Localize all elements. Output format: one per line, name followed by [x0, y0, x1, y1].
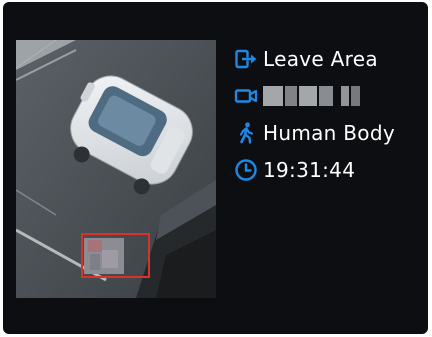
time-row: 19:31:44: [233, 151, 423, 188]
event-type-label: Leave Area: [263, 46, 378, 71]
detection-box: [81, 233, 150, 278]
event-time-label: 19:31:44: [263, 157, 356, 182]
event-info-list: Leave Area Human Body 19:31:44: [233, 40, 423, 188]
event-type-row: Leave Area: [233, 40, 423, 77]
event-snapshot[interactable]: [16, 40, 216, 298]
camera-row: [233, 77, 423, 114]
clock-icon: [233, 157, 259, 183]
camera-name-masked: [263, 85, 360, 106]
target-type-label: Human Body: [263, 120, 395, 145]
leave-area-icon: [233, 46, 259, 72]
camera-icon: [233, 83, 259, 109]
alarm-event-card: Leave Area Human Body 19:31:44: [3, 2, 428, 334]
walking-person-icon: [233, 120, 259, 146]
target-row: Human Body: [233, 114, 423, 151]
